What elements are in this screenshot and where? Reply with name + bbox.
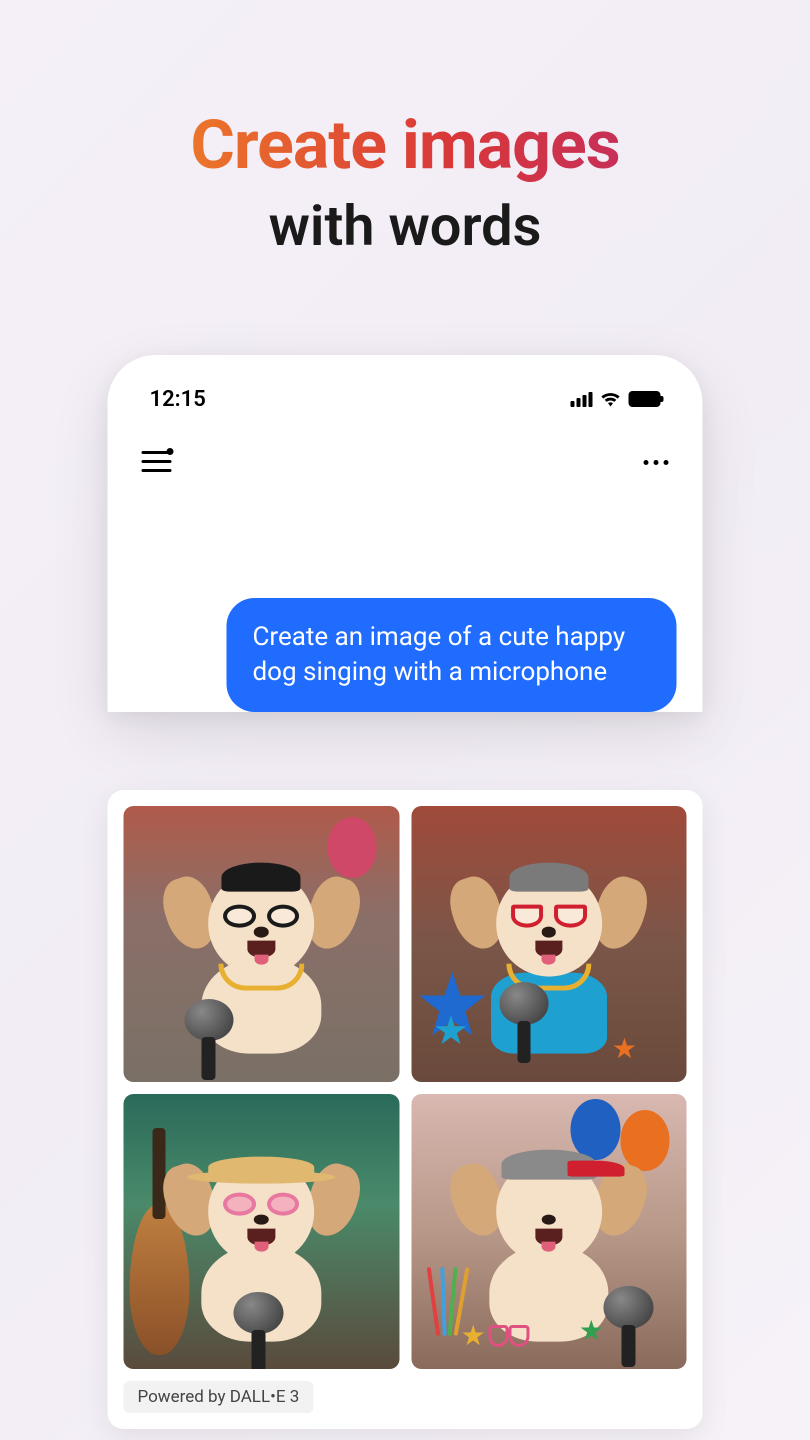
user-message-bubble: Create an image of a cute happy dog sing… bbox=[227, 598, 677, 712]
status-icons bbox=[571, 391, 661, 407]
generated-images-card: ★★ bbox=[108, 790, 703, 1429]
image-grid: ★★ bbox=[124, 806, 687, 1369]
hero-headline: Create images bbox=[0, 105, 810, 185]
menu-icon[interactable] bbox=[142, 451, 172, 473]
battery-icon bbox=[629, 391, 661, 407]
generated-image[interactable]: ★★ bbox=[411, 1094, 687, 1370]
app-header bbox=[108, 415, 703, 493]
more-icon[interactable] bbox=[644, 460, 669, 465]
generated-image[interactable]: ★★ bbox=[411, 806, 687, 1082]
hero-title: Create images with words bbox=[0, 0, 810, 259]
powered-by-label: Powered by DALL•E 3 bbox=[124, 1381, 314, 1413]
chat-area: Create an image of a cute happy dog sing… bbox=[108, 493, 703, 712]
wifi-icon bbox=[601, 391, 621, 407]
status-time: 12:15 bbox=[150, 387, 206, 412]
cellular-signal-icon bbox=[571, 391, 593, 407]
hero-subheadline: with words bbox=[0, 193, 810, 259]
status-bar: 12:15 bbox=[108, 383, 703, 415]
phone-mockup: 12:15 Create an image of a cute happy do… bbox=[108, 355, 703, 712]
generated-image[interactable] bbox=[124, 806, 400, 1082]
generated-image[interactable] bbox=[124, 1094, 400, 1370]
